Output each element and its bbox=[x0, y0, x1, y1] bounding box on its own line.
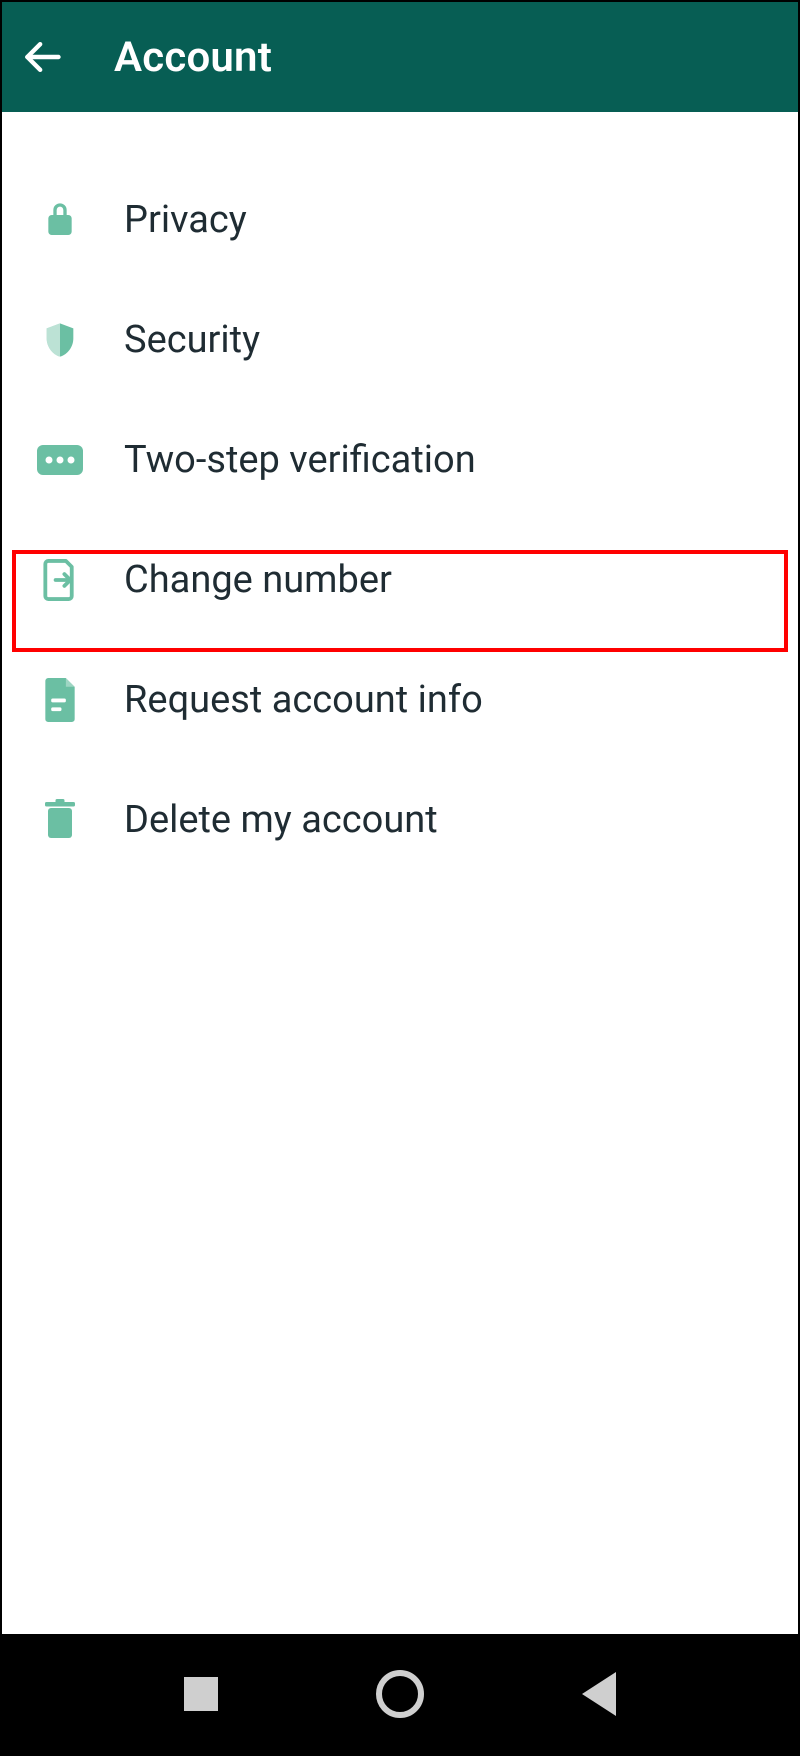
back-button[interactable] bbox=[20, 21, 92, 93]
menu-item-label: Privacy bbox=[124, 198, 247, 242]
square-icon bbox=[184, 1677, 218, 1711]
menu-item-label: Two-step verification bbox=[124, 438, 476, 482]
arrow-left-icon bbox=[20, 35, 64, 79]
app-bar: Account bbox=[2, 2, 798, 112]
shield-icon bbox=[30, 310, 90, 370]
menu-item-privacy[interactable]: Privacy bbox=[2, 160, 798, 280]
trash-icon bbox=[30, 790, 90, 850]
menu-item-label: Request account info bbox=[124, 678, 483, 722]
pin-icon bbox=[30, 430, 90, 490]
sim-icon bbox=[30, 550, 90, 610]
menu-item-label: Change number bbox=[124, 558, 392, 602]
menu-item-security[interactable]: Security bbox=[2, 280, 798, 400]
menu-item-label: Delete my account bbox=[124, 798, 438, 842]
screen-frame: Account Privacy Security bbox=[0, 0, 800, 1756]
menu-item-delete-account[interactable]: Delete my account bbox=[2, 760, 798, 880]
page-title: Account bbox=[114, 33, 272, 82]
settings-list: Privacy Security Two-step verificati bbox=[2, 112, 798, 1634]
document-icon bbox=[30, 670, 90, 730]
menu-item-label: Security bbox=[124, 318, 260, 362]
menu-item-change-number[interactable]: Change number bbox=[2, 520, 798, 640]
circle-icon bbox=[376, 1670, 424, 1718]
home-button[interactable] bbox=[360, 1654, 440, 1734]
menu-item-request-info[interactable]: Request account info bbox=[2, 640, 798, 760]
lock-icon bbox=[30, 190, 90, 250]
menu-item-two-step[interactable]: Two-step verification bbox=[2, 400, 798, 520]
back-nav-button[interactable] bbox=[559, 1654, 639, 1734]
triangle-icon bbox=[582, 1672, 616, 1716]
android-nav-bar bbox=[2, 1634, 798, 1754]
recents-button[interactable] bbox=[161, 1654, 241, 1734]
